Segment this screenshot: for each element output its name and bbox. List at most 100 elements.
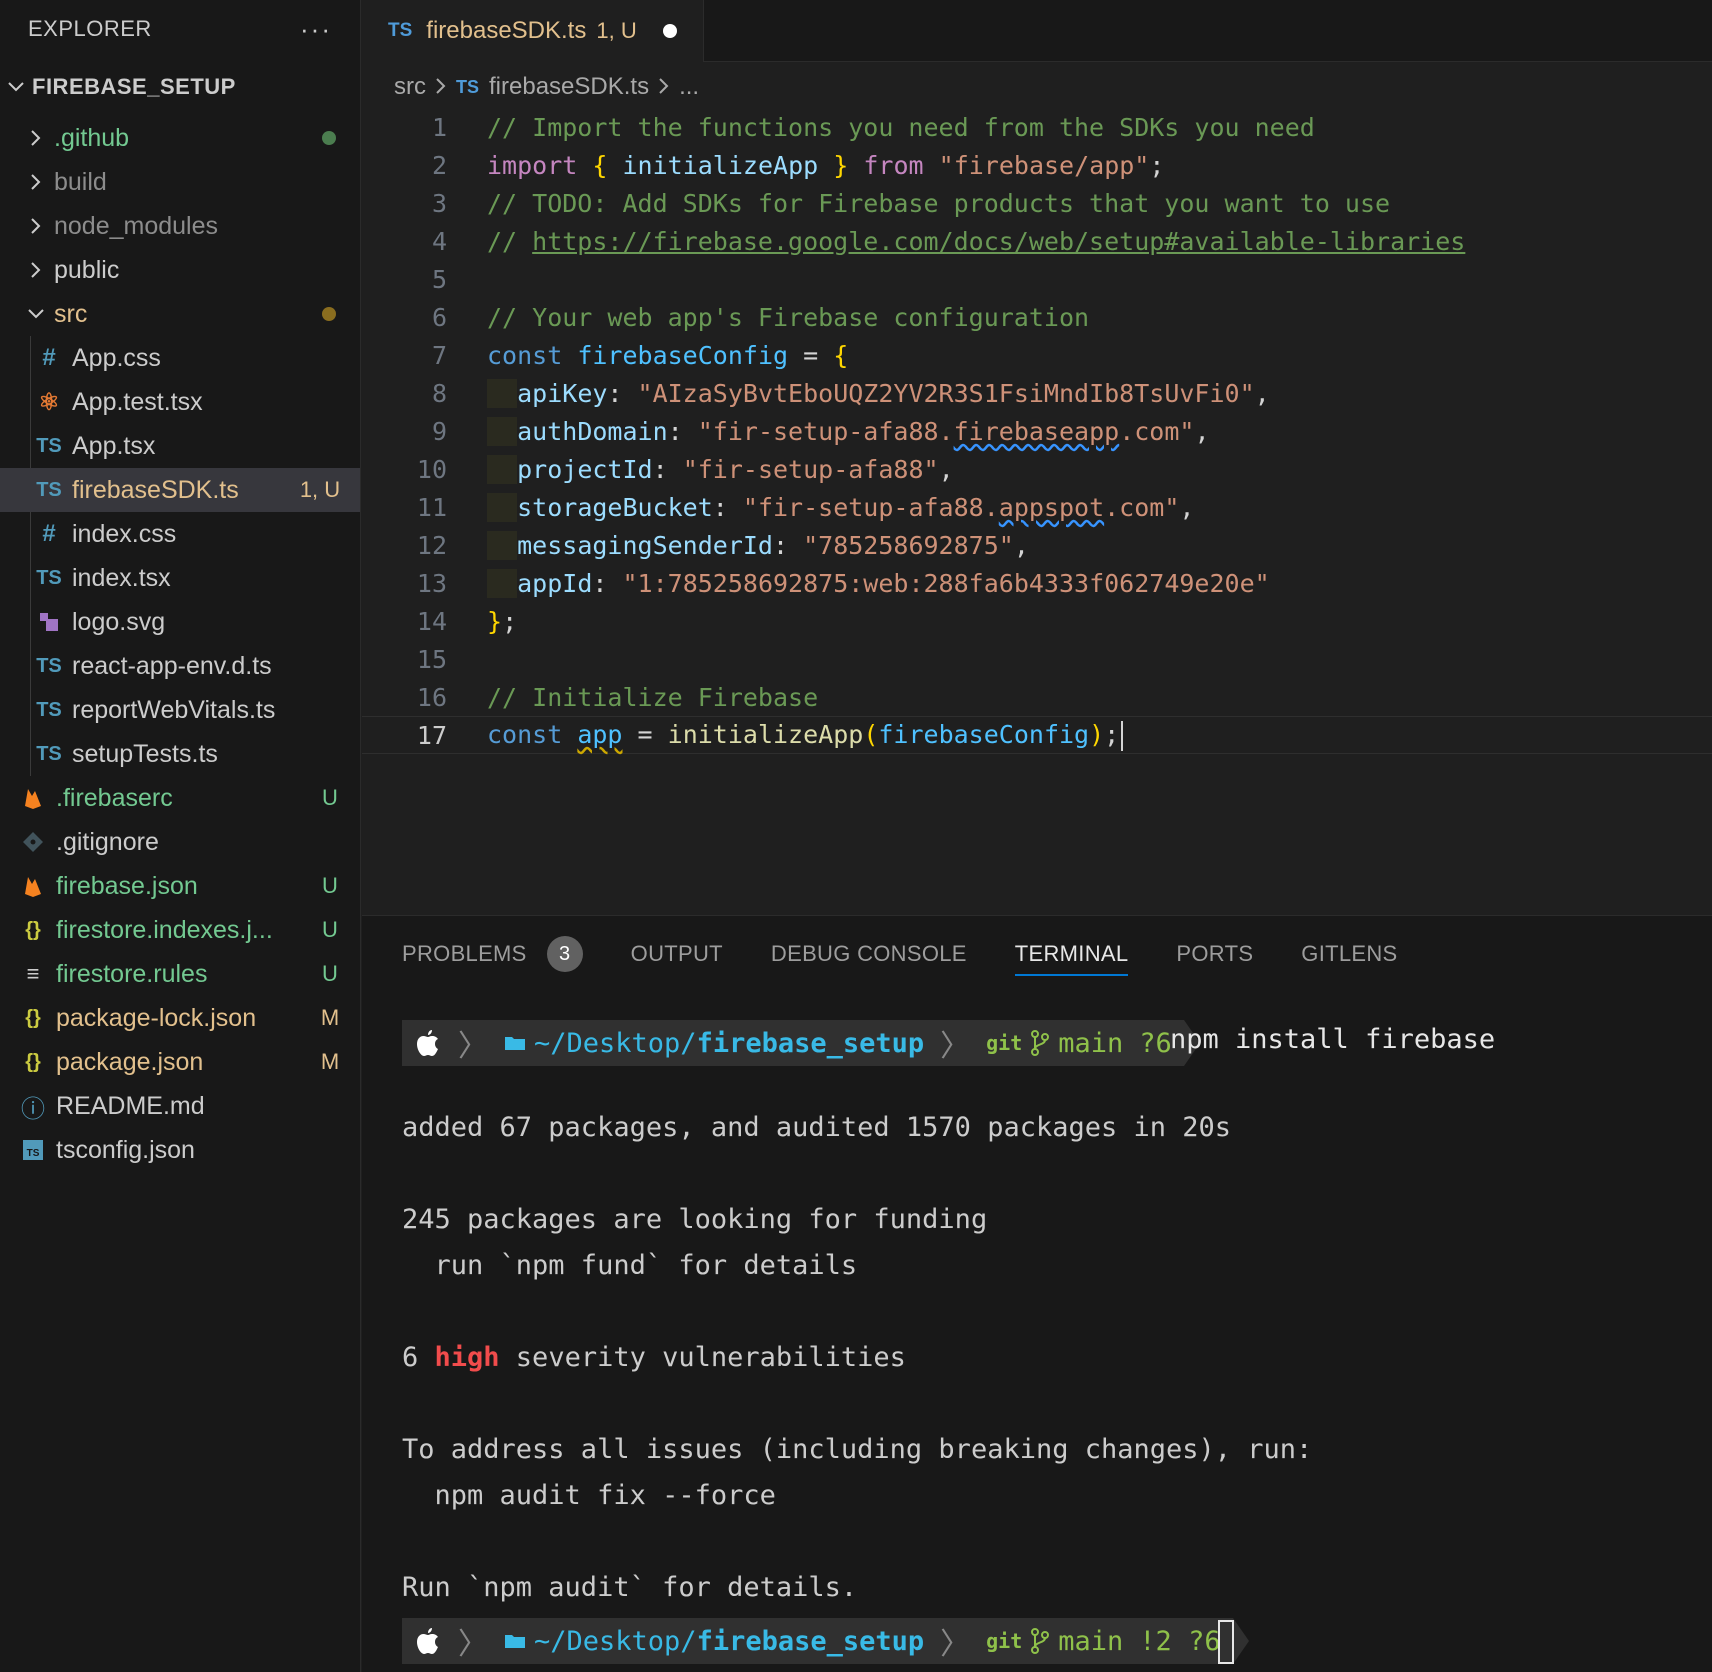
tab-firebasesdk-ts[interactable]: TS firebaseSDK.ts 1, U <box>362 0 704 62</box>
code-string-spelling: firebaseapp <box>953 416 1120 446</box>
line-number: 15 <box>416 644 447 674</box>
file-status-badge: U <box>322 785 338 810</box>
tab-label: OUTPUT <box>630 941 723 966</box>
code-line: 8 apiKey: "AIzaSyBvtEboUQZ2YV2R3S1FsiMnd… <box>362 374 1712 412</box>
code-identifier-warning: app <box>577 719 623 749</box>
folder-node-modules[interactable]: node_modules <box>0 204 360 248</box>
code-comment: // Your web app's Firebase configuration <box>487 302 1090 332</box>
file-gitignore[interactable]: .gitignore <box>0 820 360 864</box>
code-string: "fir-setup-afa88. <box>742 492 999 522</box>
file-index-css[interactable]: # index.css <box>0 512 360 556</box>
file-index-tsx[interactable]: TS index.tsx <box>0 556 360 600</box>
code-string: "1:785258692875:web:288fa6b4333f062749e2… <box>622 568 1270 598</box>
code-comment: // Import the functions you need from th… <box>487 112 1315 142</box>
file-label: App.test.tsx <box>72 387 203 416</box>
prompt-dir-prefix: ~/Desktop/ <box>534 1027 697 1059</box>
terminal-output: 6 high severity vulnerabilities <box>402 1342 906 1373</box>
file-tsconfig-json[interactable]: TS tsconfig.json <box>0 1128 360 1172</box>
file-app-tsx[interactable]: TS App.tsx <box>0 424 360 468</box>
code-line: 3 // TODO: Add SDKs for Firebase products… <box>362 184 1712 222</box>
code-string: "firebase/app" <box>938 150 1150 180</box>
folder-label: src <box>54 299 88 328</box>
folder-public[interactable]: public <box>0 248 360 292</box>
line-number: 17 <box>416 720 447 750</box>
line-number: 5 <box>431 264 447 294</box>
terminal-cursor <box>1218 1620 1234 1664</box>
file-status-badge: M <box>320 1049 340 1074</box>
unsaved-dot-icon[interactable] <box>662 24 677 38</box>
breadcrumb-file[interactable]: firebaseSDK.ts <box>489 73 649 101</box>
file-firestore-indexes-json[interactable]: {} firestore.indexes.j... U <box>0 908 360 952</box>
code-line: 4 // https://firebase.google.com/docs/web… <box>362 222 1712 260</box>
file-label: logo.svg <box>72 607 166 636</box>
file-firebase-json[interactable]: firebase.json U <box>0 864 360 908</box>
file-react-app-env-d-ts[interactable]: TS react-app-env.d.ts <box>0 644 360 688</box>
file-label: package-lock.json <box>56 1003 257 1032</box>
file-firebaserc[interactable]: .firebaserc U <box>0 776 360 820</box>
line-number: 1 <box>431 112 447 142</box>
file-label: App.css <box>72 343 161 372</box>
workspace-root[interactable]: FIREBASE_SETUP <box>0 58 360 116</box>
code-property: appId <box>517 568 593 598</box>
chevron-right-icon <box>24 130 48 146</box>
problems-count-badge: 3 <box>546 936 583 972</box>
tab-gitlens[interactable]: GITLENS <box>1301 916 1397 992</box>
git-icon: git <box>986 1031 1023 1055</box>
code-editor[interactable]: 1 // Import the functions you need from t… <box>362 108 1712 754</box>
folder-build[interactable]: build <box>0 160 360 204</box>
chevron-right-icon <box>24 218 48 234</box>
terminal[interactable]: 〉 ~/Desktop/firebase_setup 〉 git main ?6… <box>362 992 1712 1672</box>
branch-icon <box>1031 1030 1050 1056</box>
file-label: firestore.rules <box>56 959 208 988</box>
file-logo-svg[interactable]: logo.svg <box>0 600 360 644</box>
prompt-git: git main ?6 <box>974 1020 1184 1066</box>
file-package-lock-json[interactable]: {} package-lock.json M <box>0 996 360 1040</box>
prompt-separator-icon: 〉 <box>936 1020 975 1066</box>
tab-terminal[interactable]: TERMINAL <box>1014 916 1129 992</box>
more-actions-icon[interactable]: ··· <box>300 14 332 45</box>
file-readme-md[interactable]: ⓘ README.md <box>0 1084 360 1128</box>
terminal-output: To address all issues (including breakin… <box>402 1434 1313 1465</box>
tab-label: TERMINAL <box>1014 941 1129 966</box>
tab-label: firebaseSDK.ts <box>426 17 587 44</box>
prompt-directory: ~/Desktop/firebase_setup <box>492 1020 937 1066</box>
json-file-icon: {} <box>25 918 41 941</box>
folder-src[interactable]: src <box>0 292 360 336</box>
file-label: setupTests.ts <box>72 739 218 768</box>
line-number: 14 <box>416 606 447 636</box>
file-package-json[interactable]: {} package.json M <box>0 1040 360 1084</box>
git-file-icon <box>18 831 48 853</box>
code-property: apiKey <box>517 378 608 408</box>
react-file-icon: ⚛ <box>38 388 60 416</box>
breadcrumb-folder[interactable]: src <box>394 73 426 101</box>
code-line: 14}; <box>362 602 1712 640</box>
explorer-header: EXPLORER ··· <box>0 0 360 58</box>
line-number: 11 <box>416 492 447 522</box>
typescript-file-icon: TS <box>36 742 62 765</box>
tab-output[interactable]: OUTPUT <box>631 916 723 992</box>
file-firebasesdk-ts[interactable]: TS firebaseSDK.ts 1, U <box>0 468 360 512</box>
file-firestore-rules[interactable]: ≡ firestore.rules U <box>0 952 360 996</box>
terminal-output: added 67 packages, and audited 1570 pack… <box>402 1112 1232 1143</box>
tab-debug-console[interactable]: DEBUG CONSOLE <box>771 916 967 992</box>
code-identifier: firebaseConfig <box>577 340 789 370</box>
chevron-down-icon <box>4 82 28 92</box>
breadcrumb-symbols[interactable]: ... <box>679 73 699 101</box>
folder-label: public <box>54 255 120 284</box>
code-function: initializeApp <box>667 719 864 749</box>
json-file-icon: {} <box>25 1050 41 1073</box>
tab-ports[interactable]: PORTS <box>1176 916 1253 992</box>
file-reportwebvitals-ts[interactable]: TS reportWebVitals.ts <box>0 688 360 732</box>
code-punct: = <box>788 340 834 370</box>
file-setuptests-ts[interactable]: TS setupTests.ts <box>0 732 360 776</box>
chevron-right-icon <box>659 73 669 101</box>
code-string-spelling: appspot <box>998 492 1105 522</box>
folder-github[interactable]: .github <box>0 116 360 160</box>
code-line: 12 messagingSenderId: "785258692875", <box>362 526 1712 564</box>
code-link[interactable]: https://firebase.google.com/docs/web/set… <box>532 227 1465 256</box>
file-app-css[interactable]: # App.css <box>0 336 360 380</box>
tab-problems[interactable]: PROBLEMS 3 <box>402 916 583 992</box>
file-label: App.tsx <box>72 431 156 460</box>
file-app-test-tsx[interactable]: ⚛ App.test.tsx <box>0 380 360 424</box>
output-text: severity vulnerabilities <box>499 1342 906 1373</box>
